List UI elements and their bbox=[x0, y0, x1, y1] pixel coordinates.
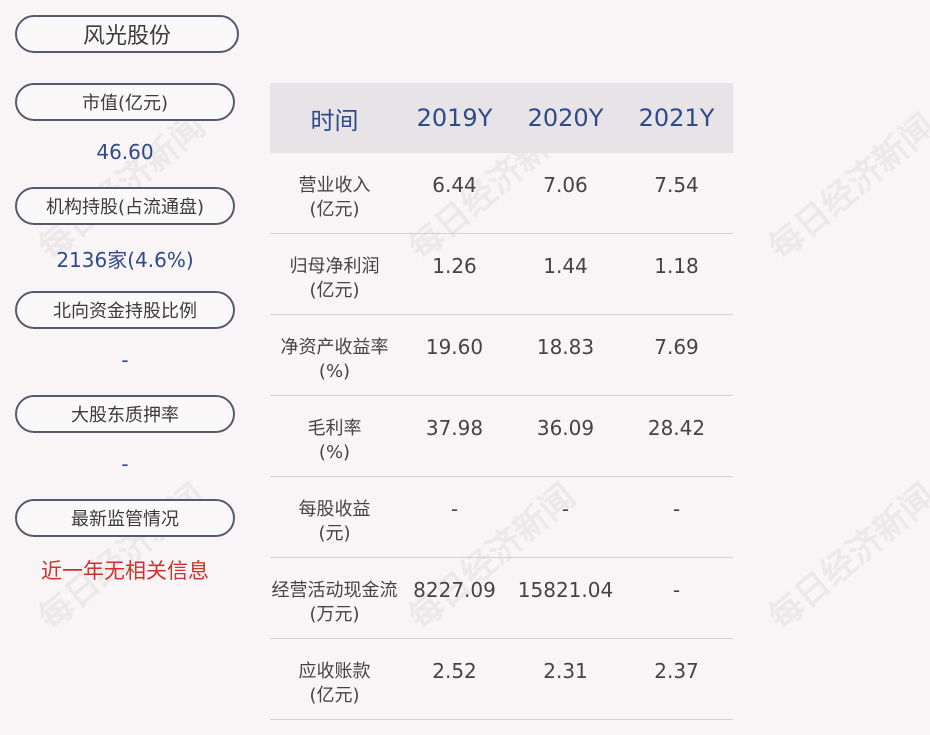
table-row: 经营活动现金流 (万元) 8227.09 15821.04 - bbox=[270, 558, 733, 639]
cell-value: 1.44 bbox=[543, 254, 588, 278]
cell-value: 8227.09 bbox=[413, 578, 496, 602]
cell-value: - bbox=[561, 497, 570, 521]
metric-label: 经营活动现金流 (万元) bbox=[271, 580, 398, 625]
table-row: 净资产收益率 (%) 19.60 18.83 7.69 bbox=[270, 315, 733, 396]
cell-value: 7.69 bbox=[654, 335, 699, 359]
northbound-ratio-value: - bbox=[121, 348, 129, 372]
header-2021: 2021Y bbox=[638, 104, 715, 132]
cell-value: 15821.04 bbox=[517, 578, 614, 602]
cell-value: 18.83 bbox=[536, 335, 595, 359]
cell-value: - bbox=[450, 497, 459, 521]
table-row: 应收账款 (亿元) 2.52 2.31 2.37 bbox=[270, 639, 733, 720]
cell-value: 1.18 bbox=[654, 254, 699, 278]
company-name: 风光股份 bbox=[15, 15, 239, 53]
table-row: 营业收入 (亿元) 6.44 7.06 7.54 bbox=[270, 153, 733, 234]
table-row: 每股收益 (元) - - - bbox=[270, 477, 733, 558]
cell-value: 2.52 bbox=[432, 659, 477, 683]
metric-label: 每股收益 (元) bbox=[298, 499, 371, 544]
cell-value: 37.98 bbox=[425, 416, 484, 440]
cell-value: - bbox=[672, 578, 681, 602]
cell-value: 2.37 bbox=[654, 659, 699, 683]
cell-value: 6.44 bbox=[432, 173, 477, 197]
metric-label: 净资产收益率 (%) bbox=[280, 337, 389, 382]
cell-value: 2.31 bbox=[543, 659, 588, 683]
header-2019: 2019Y bbox=[416, 104, 493, 132]
watermark: 每日经济新闻 bbox=[761, 106, 930, 269]
market-cap-value: 46.60 bbox=[96, 140, 154, 164]
cell-value: 7.06 bbox=[543, 173, 588, 197]
northbound-ratio-label: 北向资金持股比例 bbox=[15, 291, 235, 329]
regulatory-status-label: 最新监管情况 bbox=[15, 499, 235, 537]
market-cap-label: 市值(亿元) bbox=[15, 83, 235, 121]
header-time: 时间 bbox=[310, 106, 359, 135]
cell-value: 1.26 bbox=[432, 254, 477, 278]
cell-value: 36.09 bbox=[536, 416, 595, 440]
metric-label: 应收账款 (亿元) bbox=[298, 661, 371, 706]
cell-value: 28.42 bbox=[647, 416, 706, 440]
pledge-ratio-label: 大股东质押率 bbox=[15, 395, 235, 433]
institution-holding-value: 2136家(4.6%) bbox=[56, 248, 194, 272]
financial-table: 时间 2019Y 2020Y 2021Y 营业收入 (亿元) 6.44 7.06 … bbox=[270, 83, 733, 720]
watermark: 每日经济新闻 bbox=[761, 476, 930, 639]
table-header: 时间 2019Y 2020Y 2021Y bbox=[270, 83, 733, 153]
table-row: 归母净利润 (亿元) 1.26 1.44 1.18 bbox=[270, 234, 733, 315]
header-2020: 2020Y bbox=[527, 104, 604, 132]
cell-value: 7.54 bbox=[654, 173, 699, 197]
metric-label: 毛利率 (%) bbox=[307, 418, 362, 463]
cell-value: 19.60 bbox=[425, 335, 484, 359]
cell-value: - bbox=[672, 497, 681, 521]
institution-holding-label: 机构持股(占流通盘) bbox=[15, 187, 235, 225]
pledge-ratio-value: - bbox=[121, 452, 129, 476]
regulatory-status-value: 近一年无相关信息 bbox=[41, 559, 209, 583]
metric-label: 营业收入 (亿元) bbox=[298, 175, 371, 220]
table-row: 毛利率 (%) 37.98 36.09 28.42 bbox=[270, 396, 733, 477]
metric-label: 归母净利润 (亿元) bbox=[289, 256, 380, 301]
